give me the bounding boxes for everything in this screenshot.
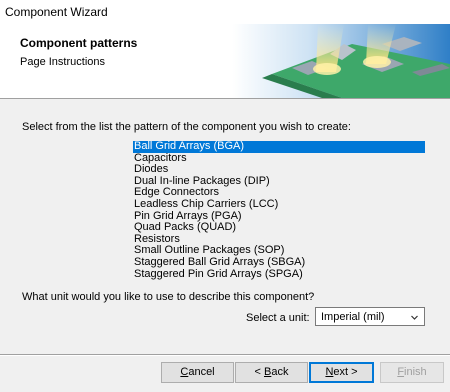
finish-button-suffix: inish [404,366,427,378]
next-button[interactable]: Next > [309,362,374,383]
pattern-list-item[interactable]: Leadless Chip Carriers (LCC) [133,198,425,211]
next-button-suffix: ext > [333,366,358,378]
cancel-button[interactable]: Cancel [161,362,234,383]
page-title: Component patterns [20,36,138,50]
pcb-banner-image [232,24,450,98]
chevron-down-icon [411,315,418,320]
back-button-prefix: < [254,366,264,378]
footer-divider-highlight [0,355,450,356]
unit-label: Select a unit: [246,312,310,324]
pattern-list-item[interactable]: Staggered Pin Grid Arrays (SPGA) [133,268,425,281]
back-button[interactable]: < Back [235,362,308,383]
page-subtitle: Page Instructions [20,56,105,68]
pattern-list-item[interactable]: Ball Grid Arrays (BGA) [133,140,425,153]
pattern-listbox[interactable]: Ball Grid Arrays (BGA) Capacitors Diodes Du… [133,140,425,281]
title-bar: Component Wizard [0,0,450,24]
back-button-suffix: ack [271,366,289,378]
pattern-list-item[interactable]: Capacitors [133,152,425,165]
unit-dropdown-value: Imperial (mil) [321,311,385,323]
window-title: Component Wizard [5,5,108,19]
pattern-list-item[interactable]: Staggered Ball Grid Arrays (SBGA) [133,256,425,269]
finish-button[interactable]: Finish [380,362,444,383]
unit-dropdown[interactable]: Imperial (mil) [315,307,425,326]
pattern-list-item[interactable]: Quad Packs (QUAD) [133,222,425,234]
unit-question-text: What unit would you like to use to descr… [22,291,315,303]
wizard-header: Component patterns Page Instructions [0,24,450,99]
instruction-text: Select from the list the pattern of the … [22,121,351,133]
cancel-button-suffix: ancel [188,366,215,378]
